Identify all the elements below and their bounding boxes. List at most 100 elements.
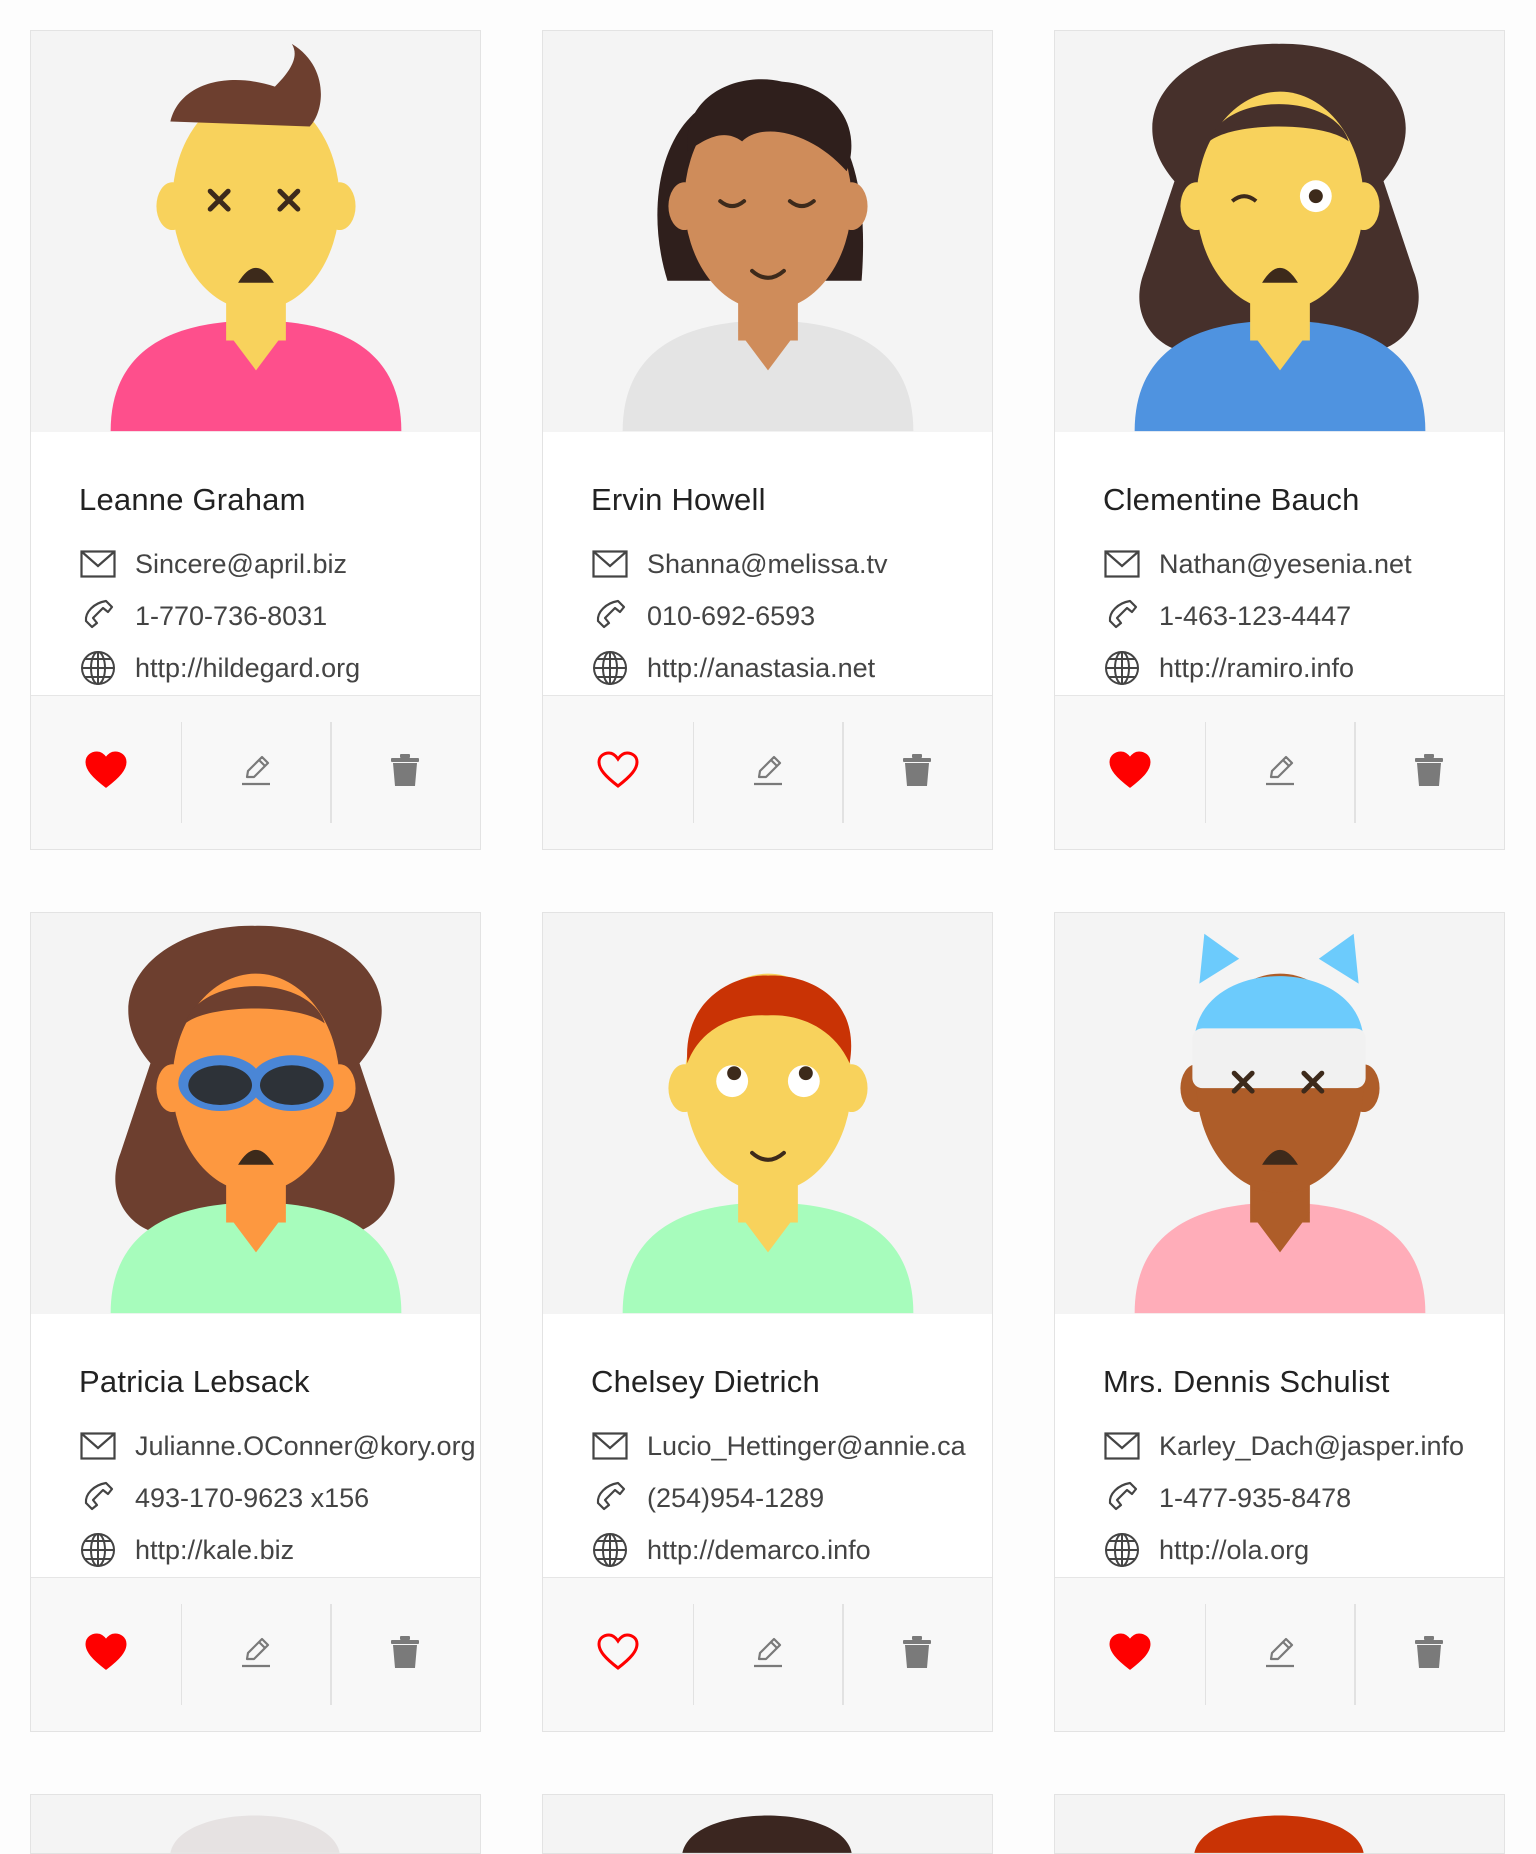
like-button[interactable] (1055, 1578, 1205, 1731)
phone-icon (1103, 1481, 1141, 1515)
trash-icon (1414, 753, 1444, 792)
user-card-grid: Leanne Graham Sincere@april.biz 1-770-736-… (30, 30, 1505, 1854)
user-card (1054, 1794, 1505, 1854)
mail-icon (591, 547, 629, 581)
user-card: Chelsey Dietrich Lucio_Hettinger@annie.ca… (542, 912, 993, 1732)
user-website: http://ramiro.info (1159, 652, 1355, 683)
delete-button[interactable] (330, 696, 480, 849)
edit-button[interactable] (180, 696, 331, 849)
edit-button[interactable] (692, 696, 843, 849)
phone-icon (591, 1481, 629, 1515)
user-info: Clementine Bauch Nathan@yesenia.net 1-463-… (1055, 432, 1504, 695)
website-row: http://hildegard.org (79, 642, 480, 694)
edit-button[interactable] (180, 1578, 331, 1731)
user-info: Mrs. Dennis Schulist Karley_Dach@jasper.i… (1055, 1314, 1504, 1577)
delete-button[interactable] (842, 696, 992, 849)
user-card: Leanne Graham Sincere@april.biz 1-770-736-… (30, 30, 481, 850)
globe-icon (591, 651, 629, 685)
email-row: Julianne.OConner@kory.org (79, 1420, 480, 1472)
edit-button[interactable] (1204, 696, 1355, 849)
user-email: Sincere@april.biz (135, 548, 347, 579)
user-phone: 1-770-736-8031 (135, 600, 328, 631)
pencil-icon (751, 1635, 785, 1674)
like-button[interactable] (31, 1578, 181, 1731)
user-card: Ervin Howell Shanna@melissa.tv 010-692-659… (542, 30, 993, 850)
website-row: http://ola.org (1103, 1524, 1504, 1576)
phone-row: 493-170-9623 x156 (79, 1472, 480, 1524)
avatar (543, 913, 992, 1314)
phone-row: 1-463-123-4447 (1103, 590, 1504, 642)
user-name: Mrs. Dennis Schulist (1103, 1364, 1390, 1399)
website-row: http://anastasia.net (591, 642, 992, 694)
user-card: Mrs. Dennis Schulist Karley_Dach@jasper.i… (1054, 912, 1505, 1732)
like-button[interactable] (1055, 696, 1205, 849)
user-card: Clementine Bauch Nathan@yesenia.net 1-463-… (1054, 30, 1505, 850)
delete-button[interactable] (1354, 1578, 1504, 1731)
heart-icon (85, 1633, 127, 1676)
globe-icon (79, 651, 117, 685)
website-row: http://kale.biz (79, 1524, 480, 1576)
user-card (542, 1794, 993, 1854)
heart-icon (85, 751, 127, 794)
pencil-icon (239, 753, 273, 792)
heart-icon (1109, 1633, 1151, 1676)
pencil-icon (1263, 753, 1297, 792)
email-row: Lucio_Hettinger@annie.ca (591, 1420, 992, 1472)
globe-icon (591, 1533, 629, 1567)
user-name: Chelsey Dietrich (591, 1364, 820, 1399)
heart-icon (1109, 751, 1151, 794)
edit-button[interactable] (692, 1578, 843, 1731)
user-website: http://demarco.info (647, 1534, 871, 1565)
user-website: http://anastasia.net (647, 652, 876, 683)
heart-icon (597, 1633, 639, 1676)
user-website: http://kale.biz (135, 1534, 295, 1565)
mail-icon (79, 547, 117, 581)
user-name: Leanne Graham (79, 482, 306, 517)
user-website: http://hildegard.org (135, 652, 361, 683)
avatar (543, 31, 992, 432)
phone-row: 1-477-935-8478 (1103, 1472, 1504, 1524)
avatar (31, 1795, 480, 1853)
like-button[interactable] (543, 1578, 693, 1731)
delete-button[interactable] (1354, 696, 1504, 849)
mail-icon (1103, 1429, 1141, 1463)
user-email: Shanna@melissa.tv (647, 548, 888, 579)
user-info: Patricia Lebsack Julianne.OConner@kory.or… (31, 1314, 480, 1577)
user-email: Lucio_Hettinger@annie.ca (647, 1430, 966, 1461)
user-name: Clementine Bauch (1103, 482, 1360, 517)
pencil-icon (751, 753, 785, 792)
phone-row: (254)954-1289 (591, 1472, 992, 1524)
user-phone: 1-477-935-8478 (1159, 1482, 1352, 1513)
user-info: Ervin Howell Shanna@melissa.tv 010-692-659… (543, 432, 992, 695)
user-website: http://ola.org (1159, 1534, 1310, 1565)
globe-icon (1103, 1533, 1141, 1567)
user-card (30, 1794, 481, 1854)
user-email: Julianne.OConner@kory.org (135, 1430, 476, 1461)
pencil-icon (1263, 1635, 1297, 1674)
phone-row: 1-770-736-8031 (79, 590, 480, 642)
card-actions (31, 695, 480, 849)
trash-icon (1414, 1635, 1444, 1674)
email-row: Sincere@april.biz (79, 538, 480, 590)
user-phone: 1-463-123-4447 (1159, 600, 1352, 631)
card-actions (1055, 695, 1504, 849)
email-row: Shanna@melissa.tv (591, 538, 992, 590)
card-actions (1055, 1577, 1504, 1731)
like-button[interactable] (31, 696, 181, 849)
email-row: Karley_Dach@jasper.info (1103, 1420, 1504, 1472)
globe-icon (79, 1533, 117, 1567)
delete-button[interactable] (842, 1578, 992, 1731)
phone-icon (591, 599, 629, 633)
website-row: http://demarco.info (591, 1524, 992, 1576)
avatar (543, 1795, 992, 1853)
avatar (31, 913, 480, 1314)
like-button[interactable] (543, 696, 693, 849)
edit-button[interactable] (1204, 1578, 1355, 1731)
card-actions (31, 1577, 480, 1731)
user-phone: (254)954-1289 (647, 1482, 825, 1513)
trash-icon (390, 1635, 420, 1674)
card-actions (543, 695, 992, 849)
delete-button[interactable] (330, 1578, 480, 1731)
card-actions (543, 1577, 992, 1731)
user-email: Karley_Dach@jasper.info (1159, 1430, 1465, 1461)
